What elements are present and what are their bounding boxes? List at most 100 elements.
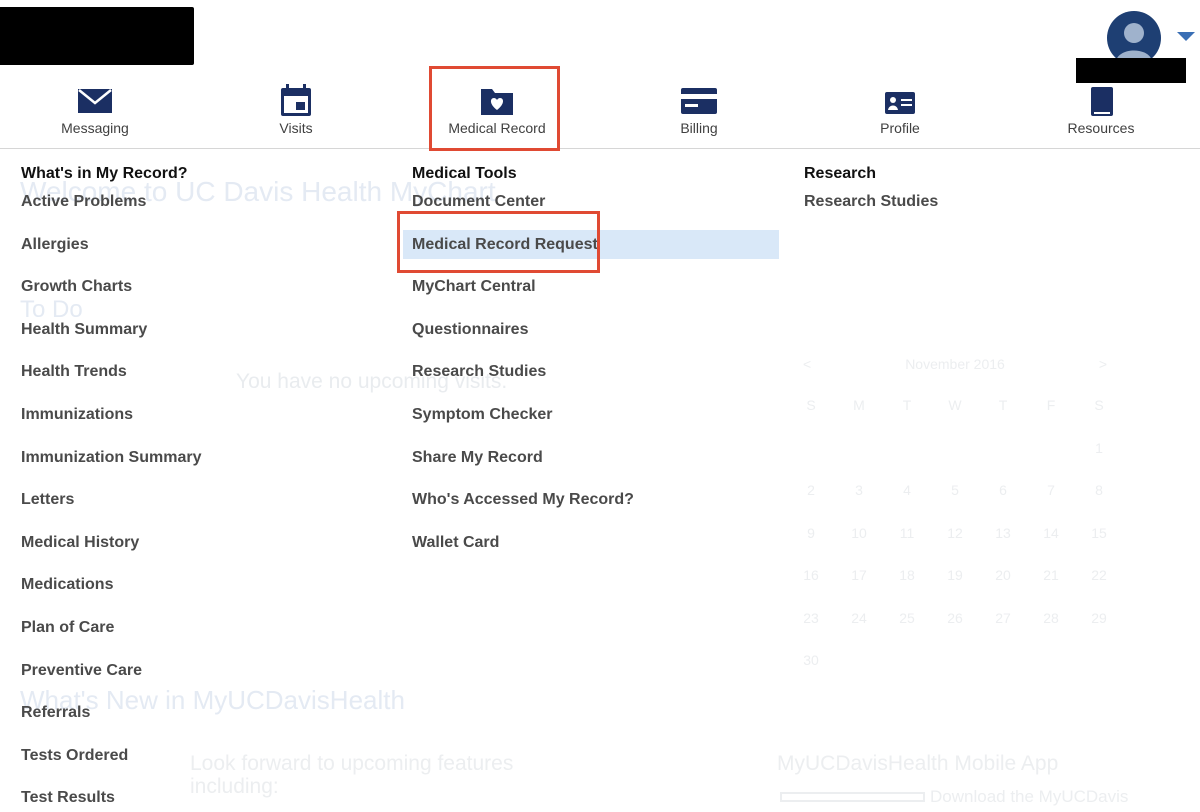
menu-link[interactable]: Growth Charts: [21, 273, 132, 301]
calendar-icon: [281, 84, 311, 116]
calendar-weekday: F: [1046, 397, 1056, 414]
calendar-day[interactable]: 23: [787, 610, 835, 626]
calendar-day[interactable]: 7: [1027, 482, 1075, 498]
download-text[interactable]: Download the MyUCDavis: [930, 787, 1128, 807]
calendar-day[interactable]: 27: [979, 610, 1027, 626]
calendar-grid: S M T W T F S 1 2 3 4 5 6 7 8 9 10 11 12 13 14 15 16 17 18 19 20 21…: [787, 384, 1123, 682]
calendar-day[interactable]: 13: [979, 525, 1027, 541]
menu-link[interactable]: Preventive Care: [21, 657, 142, 685]
download-badge[interactable]: [780, 792, 925, 802]
calendar-week-row: 23 24 25 26 27 28 29: [787, 597, 1123, 640]
annotation-highlight-nav: [429, 66, 560, 151]
menu-link[interactable]: Health Trends: [21, 358, 127, 386]
credit-card-icon: [681, 88, 717, 114]
menu-link[interactable]: Medications: [21, 571, 113, 599]
annotation-highlight-item: [397, 211, 600, 273]
main-nav: Messaging Visits Medical Record Billing: [0, 80, 1200, 149]
menu-heading: What's in My Record?: [21, 165, 188, 182]
calendar-week-row: 16 17 18 19 20 21 22: [787, 554, 1123, 597]
nav-label: Messaging: [61, 120, 129, 136]
menu-link[interactable]: Test Results: [21, 784, 115, 812]
id-card-icon: [885, 92, 915, 114]
chevron-down-icon[interactable]: [1177, 32, 1195, 41]
nav-profile[interactable]: Profile: [800, 80, 1000, 148]
calendar-day[interactable]: 17: [835, 567, 883, 583]
nav-label: Profile: [880, 120, 920, 136]
calendar-day[interactable]: 26: [931, 610, 979, 626]
menu-link[interactable]: Plan of Care: [21, 614, 114, 642]
nav-billing[interactable]: Billing: [599, 80, 799, 148]
calendar-day[interactable]: 28: [1027, 610, 1075, 626]
calendar-day[interactable]: 25: [883, 610, 931, 626]
nav-resources[interactable]: Resources: [1001, 80, 1200, 148]
menu-heading: Research: [804, 165, 877, 182]
calendar-widget: < November 2016 > S M T W T F S 1 2 3 4 5 6 7 8 9 10 11 12…: [787, 356, 1123, 682]
menu-link[interactable]: Share My Record: [412, 444, 543, 472]
calendar-weekday: W: [948, 397, 962, 414]
menu-link[interactable]: Symptom Checker: [412, 401, 553, 429]
menu-heading: Medical Tools: [412, 165, 517, 182]
menu-link[interactable]: Tests Ordered: [21, 742, 128, 770]
calendar-weekday: T: [902, 397, 912, 414]
mobile-app-heading: MyUCDavisHealth Mobile App: [777, 752, 1059, 775]
calendar-day[interactable]: 20: [979, 567, 1027, 583]
calendar-day[interactable]: 10: [835, 525, 883, 541]
nav-label: Billing: [680, 120, 718, 136]
calendar-week-row: 9 10 11 12 13 14 15: [787, 512, 1123, 555]
calendar-weekday: M: [853, 397, 865, 414]
calendar-day[interactable]: 30: [787, 652, 835, 668]
menu-link[interactable]: Letters: [21, 486, 74, 514]
menu-link[interactable]: Research Studies: [412, 358, 546, 386]
calendar-day[interactable]: 11: [883, 525, 931, 541]
look-forward-text: Look forward to upcoming features includ…: [190, 752, 514, 798]
nav-messaging[interactable]: Messaging: [0, 80, 195, 148]
calendar-weekday: T: [998, 397, 1008, 414]
calendar-day[interactable]: 2: [787, 482, 835, 498]
nav-label: Resources: [1067, 120, 1135, 136]
menu-link[interactable]: Who's Accessed My Record?: [412, 486, 634, 514]
calendar-week-row: 30: [787, 639, 1123, 682]
menu-link[interactable]: MyChart Central: [412, 273, 536, 301]
calendar-week-row: 1: [787, 427, 1123, 470]
calendar-day[interactable]: 9: [787, 525, 835, 541]
calendar-day[interactable]: 6: [979, 482, 1027, 498]
menu-link[interactable]: Allergies: [21, 231, 89, 259]
nav-label: Visits: [279, 120, 313, 136]
calendar-day[interactable]: 29: [1075, 610, 1123, 626]
calendar-day[interactable]: 16: [787, 567, 835, 583]
calendar-day[interactable]: 12: [931, 525, 979, 541]
book-icon: [1091, 87, 1113, 116]
calendar-day[interactable]: 5: [931, 482, 979, 498]
menu-link[interactable]: Research Studies: [804, 188, 938, 216]
envelope-icon: [78, 89, 112, 113]
menu-link[interactable]: Questionnaires: [412, 316, 528, 344]
nav-visits[interactable]: Visits: [196, 80, 396, 148]
menu-link[interactable]: Referrals: [21, 699, 90, 727]
calendar-day[interactable]: 8: [1075, 482, 1123, 498]
menu-link[interactable]: Wallet Card: [412, 529, 499, 557]
calendar-weekday-row: SMTWTFS: [787, 384, 1123, 427]
calendar-week-row: 2345678: [787, 469, 1123, 512]
calendar-day[interactable]: 24: [835, 610, 883, 626]
calendar-day[interactable]: 14: [1027, 525, 1075, 541]
person-icon: [1116, 23, 1152, 61]
calendar-day[interactable]: 22: [1075, 567, 1123, 583]
menu-link[interactable]: Immunization Summary: [21, 444, 201, 472]
calendar-next-button[interactable]: >: [1099, 356, 1107, 372]
calendar-day[interactable]: 21: [1027, 567, 1075, 583]
menu-link[interactable]: Active Problems: [21, 188, 146, 216]
calendar-day[interactable]: 18: [883, 567, 931, 583]
calendar-day[interactable]: 19: [931, 567, 979, 583]
calendar-weekday: S: [1094, 397, 1104, 414]
calendar-day[interactable]: 1: [1075, 440, 1123, 456]
menu-link[interactable]: Immunizations: [21, 401, 133, 429]
calendar-day[interactable]: 15: [1075, 525, 1123, 541]
menu-link[interactable]: Medical History: [21, 529, 139, 557]
calendar-day[interactable]: 3: [835, 482, 883, 498]
calendar-month: November 2016: [905, 356, 1005, 372]
logo-redacted[interactable]: [0, 7, 194, 65]
menu-link[interactable]: Health Summary: [21, 316, 147, 344]
calendar-weekday: S: [806, 397, 816, 414]
user-avatar[interactable]: [1107, 11, 1161, 65]
calendar-day[interactable]: 4: [883, 482, 931, 498]
